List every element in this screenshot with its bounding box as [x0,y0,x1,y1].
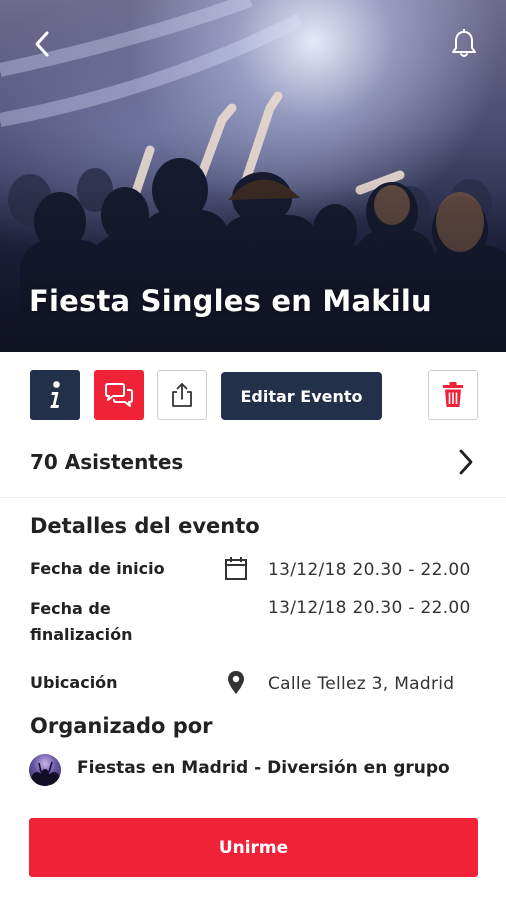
notification-button[interactable] [446,26,482,62]
chevron-left-icon [35,31,49,57]
details-heading: Detalles del evento [30,514,260,538]
attendees-count: 70 Asistentes [30,450,184,474]
back-button[interactable] [22,24,62,64]
trash-icon [443,382,463,407]
share-icon [172,383,192,407]
info-button[interactable] [30,370,80,420]
end-date-value: 13/12/18 20.30 - 22.00 [268,598,471,618]
start-date-value: 13/12/18 20.30 - 22.00 [268,560,471,580]
event-action-bar: Editar Evento [0,370,506,422]
location-label: Ubicación [30,673,118,692]
delete-button[interactable] [428,370,478,420]
chat-button[interactable] [94,370,144,420]
event-hero-image: Fiesta Singles en Makilu [0,0,506,352]
organizer-heading: Organizado por [30,714,213,738]
organizer-avatar [29,754,61,786]
attendees-row[interactable]: 70 Asistentes [0,440,506,486]
info-icon [50,381,60,408]
map-pin-icon [228,671,244,694]
bell-icon [452,29,476,57]
edit-event-button[interactable]: Editar Evento [221,372,382,420]
organizer-name: Fiestas en Madrid - Diversión en grupo [77,758,450,778]
calendar-icon [225,557,247,580]
location-value[interactable]: Calle Tellez 3, Madrid [268,674,454,694]
hero-shade [0,182,506,352]
join-button[interactable]: Unirme [29,818,478,877]
end-date-label-line2: finalización [30,625,133,644]
end-date-label-line1: Fecha de [30,599,111,618]
section-divider [0,497,506,498]
organizer-row[interactable]: Fiestas en Madrid - Diversión en grupo [29,752,489,786]
event-title: Fiesta Singles en Makilu [29,284,432,318]
chevron-right-icon [459,449,473,475]
organizer-avatar-image [31,761,60,786]
start-date-label: Fecha de inicio [30,559,165,578]
chat-bubbles-icon [105,383,133,407]
share-button[interactable] [157,370,207,420]
